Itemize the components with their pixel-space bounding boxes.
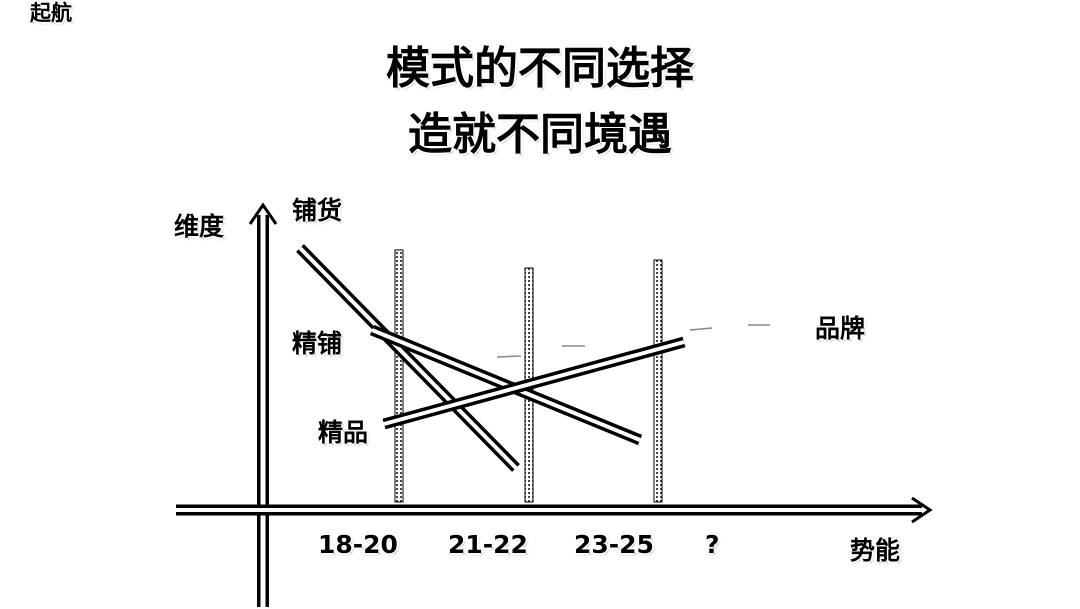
x-axis-label: 势能 [850,536,901,565]
x-tick-label: 21-22 [448,530,528,559]
faint-dash-3 [689,327,713,331]
separator-3 [653,259,663,503]
x-tick-label: ? [705,530,720,559]
y-axis-label: 维度 [174,212,225,241]
separator-1 [394,249,404,503]
label-jingpu: 精铺 [292,329,343,358]
x-axis [176,496,933,524]
label-jingpin: 精品 [318,418,369,447]
y-axis [248,202,278,607]
faint-dash-1 [496,355,522,358]
x-tick-label: 18-20 [318,530,398,559]
label-pinpai: 品牌 [815,314,866,343]
label-puhuo: 铺货 [292,196,343,225]
diagram-canvas [176,202,933,607]
x-tick-label: 23-25 [574,530,654,559]
